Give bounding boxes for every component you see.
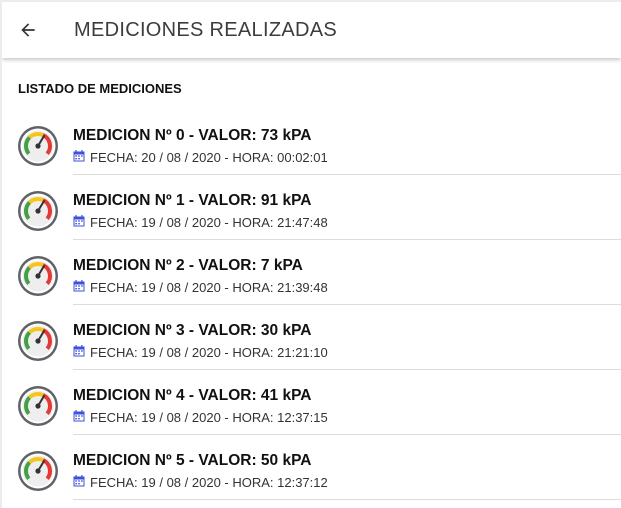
back-button[interactable]: [14, 16, 42, 44]
calendar-icon: [73, 345, 85, 357]
item-subtitle-row: FECHA: 19 / 08 / 2020 - HORA: 21:39:48: [73, 280, 328, 295]
page-title: MEDICIONES REALIZADAS: [74, 19, 338, 41]
measurement-item-2[interactable]: MEDICION Nº 2 - VALOR: 7 kPA FECHA: 19 /…: [2, 240, 621, 305]
item-subtitle-row: FECHA: 20 / 08 / 2020 - HORA: 00:02:01: [73, 150, 328, 165]
gauge-icon: [18, 256, 58, 296]
gauge-icon: [18, 126, 58, 166]
item-title: MEDICION Nº 4 - VALOR: 41 kPA: [73, 387, 312, 404]
measurement-item-0[interactable]: MEDICION Nº 0 - VALOR: 73 kPA FECHA: 20 …: [2, 110, 621, 175]
item-title: MEDICION Nº 3 - VALOR: 30 kPA: [73, 322, 312, 339]
app-frame: MEDICIONES REALIZADAS LISTADO DE MEDICIO…: [2, 2, 621, 508]
gauge-icon: [18, 386, 58, 426]
gauge-icon: [18, 191, 58, 231]
gauge-icon: [18, 321, 58, 361]
item-title: MEDICION Nº 1 - VALOR: 91 kPA: [73, 192, 312, 209]
calendar-icon: [73, 410, 85, 422]
item-subtitle-row: FECHA: 19 / 08 / 2020 - HORA: 21:21:10: [73, 345, 328, 360]
item-subtitle-row: FECHA: 19 / 08 / 2020 - HORA: 12:37:15: [73, 410, 328, 425]
arrow-back-icon: [21, 23, 35, 37]
item-title: MEDICION Nº 5 - VALOR: 50 kPA: [73, 452, 312, 469]
item-subtitle: FECHA: 19 / 08 / 2020 - HORA: 12:37:15: [90, 410, 328, 425]
item-subtitle-row: FECHA: 19 / 08 / 2020 - HORA: 21:47:48: [73, 215, 328, 230]
measurement-item-3[interactable]: MEDICION Nº 3 - VALOR: 30 kPA FECHA: 19 …: [2, 305, 621, 370]
item-subtitle: FECHA: 20 / 08 / 2020 - HORA: 00:02:01: [90, 150, 328, 165]
item-subtitle-row: FECHA: 19 / 08 / 2020 - HORA: 12:37:12: [73, 475, 328, 490]
section-header: LISTADO DE MEDICIONES: [18, 81, 182, 96]
calendar-icon: [73, 150, 85, 162]
item-subtitle: FECHA: 19 / 08 / 2020 - HORA: 21:47:48: [90, 215, 328, 230]
item-title: MEDICION Nº 0 - VALOR: 73 kPA: [73, 127, 312, 144]
measurement-list: MEDICION Nº 0 - VALOR: 73 kPA FECHA: 20 …: [2, 110, 621, 500]
gauge-icon: [18, 451, 58, 491]
calendar-icon: [73, 280, 85, 292]
calendar-icon: [73, 215, 85, 227]
item-subtitle: FECHA: 19 / 08 / 2020 - HORA: 21:21:10: [90, 345, 328, 360]
item-subtitle: FECHA: 19 / 08 / 2020 - HORA: 12:37:12: [90, 475, 328, 490]
item-title: MEDICION Nº 2 - VALOR: 7 kPA: [73, 257, 303, 274]
item-subtitle: FECHA: 19 / 08 / 2020 - HORA: 21:39:48: [90, 280, 328, 295]
measurement-item-1[interactable]: MEDICION Nº 1 - VALOR: 91 kPA FECHA: 19 …: [2, 175, 621, 240]
measurement-item-5[interactable]: MEDICION Nº 5 - VALOR: 50 kPA FECHA: 19 …: [2, 435, 621, 500]
measurement-item-4[interactable]: MEDICION Nº 4 - VALOR: 41 kPA FECHA: 19 …: [2, 370, 621, 435]
divider: [73, 499, 621, 500]
app-toolbar: MEDICIONES REALIZADAS: [2, 2, 621, 58]
calendar-icon: [73, 475, 85, 487]
